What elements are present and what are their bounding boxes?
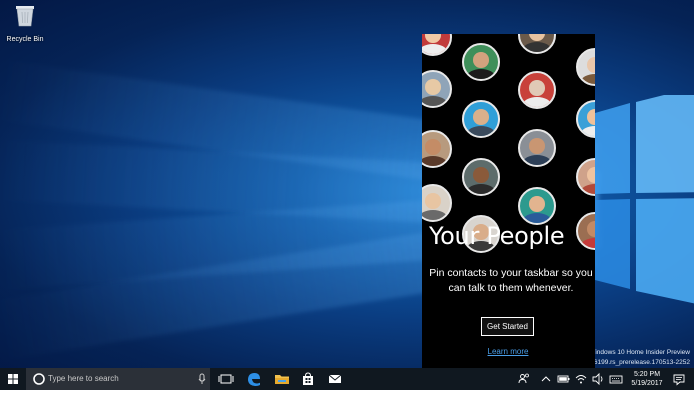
contact-avatar xyxy=(518,71,556,109)
mail-icon[interactable] xyxy=(323,368,347,390)
start-button[interactable] xyxy=(0,368,26,390)
action-center-icon[interactable] xyxy=(672,372,686,386)
panel-title: Your People xyxy=(429,222,565,250)
file-explorer-icon[interactable] xyxy=(270,368,294,390)
contact-avatar xyxy=(462,100,500,138)
contact-avatar xyxy=(518,34,556,54)
clock-time: 5:20 PM xyxy=(633,371,661,378)
contact-avatar xyxy=(422,70,452,108)
recycle-bin-label: Recycle Bin xyxy=(6,36,44,43)
network-icon[interactable] xyxy=(574,372,588,386)
watermark-build: 16199.rs_prerelease.170513-2252 xyxy=(590,359,690,366)
contact-avatar xyxy=(576,212,595,250)
microphone-icon[interactable] xyxy=(196,368,208,390)
contact-avatar xyxy=(462,158,500,196)
search-box[interactable]: Type here to search xyxy=(26,368,210,390)
keyboard-icon[interactable] xyxy=(609,372,623,386)
windows-start-icon xyxy=(8,374,18,384)
task-view-icon[interactable] xyxy=(214,368,238,390)
edge-icon[interactable] xyxy=(242,368,266,390)
store-icon[interactable] xyxy=(296,368,320,390)
learn-more-link[interactable]: Learn more xyxy=(484,347,532,356)
build-watermark: Windows 10 Home Insider Preview 16199.rs… xyxy=(589,348,690,368)
contact-avatar xyxy=(518,129,556,167)
panel-description: Pin contacts to your taskbar so you can … xyxy=(429,267,593,294)
contact-avatar xyxy=(576,48,595,86)
contact-avatar xyxy=(576,158,595,196)
recycle-bin-icon xyxy=(16,6,34,27)
search-placeholder: Type here to search xyxy=(48,374,119,383)
people-icon[interactable] xyxy=(517,372,531,386)
contact-avatar xyxy=(462,43,500,81)
chevron-up-icon[interactable] xyxy=(539,372,553,386)
contact-avatar xyxy=(422,184,452,222)
contact-avatar xyxy=(518,187,556,225)
battery-icon[interactable] xyxy=(557,372,571,386)
contact-avatar xyxy=(422,130,452,168)
watermark-edition: Windows 10 Home Insider Preview xyxy=(589,349,690,356)
volume-icon[interactable] xyxy=(591,372,605,386)
clock-date: 5/19/2017 xyxy=(631,380,663,387)
contact-avatar xyxy=(422,34,452,56)
get-started-button[interactable]: Get Started xyxy=(481,317,534,336)
cortana-icon xyxy=(33,373,45,385)
my-people-flyout: Your People Pin contacts to your taskbar… xyxy=(422,34,595,368)
recycle-bin-desktop-icon[interactable]: Recycle Bin xyxy=(4,3,46,43)
clock[interactable]: 5:20 PM 5/19/2017 xyxy=(627,370,667,388)
taskbar: Type here to search 5:20 PM 5/19/2017 xyxy=(0,368,694,390)
contact-avatar xyxy=(576,100,595,138)
